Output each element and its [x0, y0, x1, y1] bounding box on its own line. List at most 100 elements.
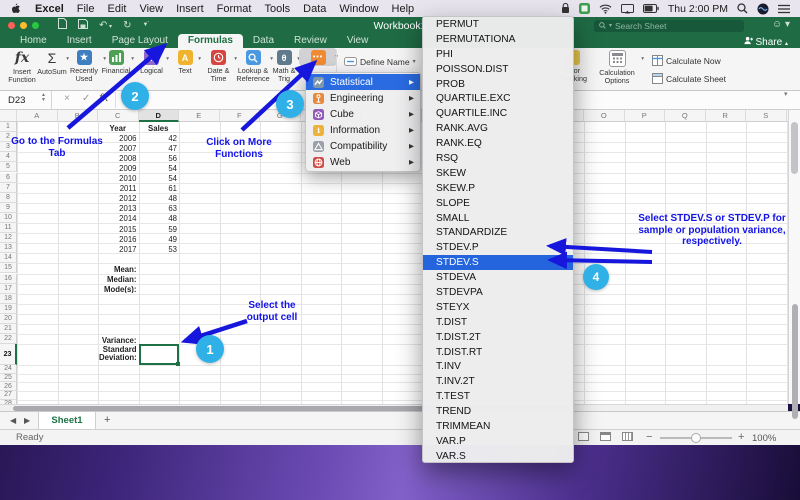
function-item-t-inv-2t[interactable]: T.INV.2T: [423, 374, 573, 389]
row-header-17[interactable]: 17: [0, 284, 17, 294]
normal-view-icon[interactable]: [578, 432, 589, 441]
cell-c11[interactable]: 2015: [99, 225, 137, 233]
prev-sheet-icon[interactable]: ◀: [10, 416, 16, 425]
cell-c9[interactable]: 2013: [99, 204, 137, 212]
cell-c3[interactable]: 2007: [99, 144, 137, 152]
function-item-t-test[interactable]: T.TEST: [423, 389, 573, 404]
submenu-scrollbar-thumb[interactable]: [792, 304, 798, 419]
function-item-var-p[interactable]: VAR.P: [423, 434, 573, 449]
financial-button[interactable]: ▾Financial: [99, 50, 133, 75]
function-item-rsq[interactable]: RSQ: [423, 151, 573, 166]
row-header-27[interactable]: 27: [0, 391, 17, 400]
function-item-phi[interactable]: PHI: [423, 47, 573, 62]
cell-c12[interactable]: 2016: [99, 235, 137, 243]
menu-edit[interactable]: Edit: [107, 3, 126, 15]
cell-c1[interactable]: Year: [99, 124, 137, 132]
lookup-reference-button[interactable]: ▾Lookup & Reference: [234, 50, 272, 83]
save-icon[interactable]: [78, 19, 88, 32]
row-header-1[interactable]: 1: [0, 122, 17, 132]
cell-c10[interactable]: 2014: [99, 214, 137, 222]
function-item-small[interactable]: SMALL: [423, 211, 573, 226]
tab-view[interactable]: View: [337, 34, 379, 48]
feedback-smiley-icon[interactable]: ☺ ▾: [772, 19, 790, 30]
selected-cell-d23[interactable]: [139, 344, 180, 365]
calculation-options-button[interactable]: Calculation Options ▾: [592, 50, 642, 85]
menu-view[interactable]: View: [139, 3, 163, 15]
notification-center-icon[interactable]: [778, 4, 790, 14]
share-button[interactable]: Share ▴: [744, 36, 788, 48]
collapse-ribbon-icon[interactable]: ▾: [784, 90, 788, 98]
menu-item-cube[interactable]: Cube▶: [306, 106, 420, 122]
toolbar-options-icon[interactable]: ▼̄: [142, 22, 148, 28]
cell-d6[interactable]: 54: [140, 174, 178, 182]
function-item-t-dist-rt[interactable]: T.DIST.RT: [423, 345, 573, 360]
function-item-slope[interactable]: SLOPE: [423, 196, 573, 211]
cell-c7[interactable]: 2011: [99, 184, 137, 192]
tab-page-layout[interactable]: Page Layout: [102, 34, 178, 48]
menu-item-statistical[interactable]: Statistical▶: [306, 74, 420, 90]
more-functions-button[interactable]: •••▾: [299, 48, 337, 66]
wifi-icon[interactable]: [599, 4, 612, 14]
logical-button[interactable]: ?▾Logical: [135, 50, 168, 75]
cell-c22[interactable]: Variance:: [99, 336, 137, 344]
row-header-15[interactable]: 15: [0, 263, 17, 273]
cell-c23[interactable]: Standard Deviation:: [99, 346, 137, 365]
date-time-button[interactable]: ▾Date & Time: [201, 50, 236, 83]
row-header-3[interactable]: 3: [0, 142, 17, 152]
row-header-20[interactable]: 20: [0, 314, 17, 324]
menu-excel[interactable]: Excel: [35, 3, 64, 15]
zoom-window-button[interactable]: [32, 22, 39, 29]
define-name-button[interactable]: Define Name▾: [344, 56, 416, 67]
cell-d8[interactable]: 48: [140, 194, 178, 202]
row-header-8[interactable]: 8: [0, 193, 17, 203]
function-item-steyx[interactable]: STEYX: [423, 300, 573, 315]
cell-d13[interactable]: 53: [140, 245, 178, 253]
function-item-stdev-s[interactable]: STDEV.S: [423, 255, 573, 270]
cell-d9[interactable]: 63: [140, 204, 178, 212]
cell-d11[interactable]: 59: [140, 225, 178, 233]
row-header-6[interactable]: 6: [0, 173, 17, 183]
sheet-tab-sheet1[interactable]: Sheet1: [38, 412, 96, 429]
column-header-a[interactable]: A: [17, 110, 58, 122]
function-item-var-s[interactable]: VAR.S: [423, 449, 573, 463]
name-box-stepper[interactable]: ▲▼: [41, 93, 46, 103]
select-all-corner[interactable]: [0, 110, 17, 122]
menu-insert[interactable]: Insert: [176, 3, 204, 15]
column-header-d[interactable]: D: [139, 110, 180, 122]
menu-window[interactable]: Window: [339, 3, 378, 15]
horizontal-scrollbar[interactable]: [0, 404, 788, 411]
close-window-button[interactable]: [8, 22, 15, 29]
next-sheet-icon[interactable]: ▶: [24, 416, 30, 425]
zoom-out-icon[interactable]: −: [646, 431, 652, 443]
confirm-entry-icon[interactable]: ✓: [82, 93, 90, 104]
cell-c15[interactable]: Mean:: [99, 265, 137, 273]
cell-c5[interactable]: 2009: [99, 164, 137, 172]
row-header-18[interactable]: 18: [0, 294, 17, 304]
column-header-s[interactable]: S: [746, 110, 787, 122]
function-item-prob[interactable]: PROB: [423, 77, 573, 92]
minimize-window-button[interactable]: [20, 22, 27, 29]
cell-c4[interactable]: 2008: [99, 154, 137, 162]
column-header-b[interactable]: B: [58, 110, 99, 122]
function-item-rank-avg[interactable]: RANK.AVG: [423, 121, 573, 136]
zoom-in-icon[interactable]: +: [738, 431, 744, 443]
function-item-stdevpa[interactable]: STDEVPA: [423, 285, 573, 300]
menu-item-compatibility[interactable]: Compatibility▶: [306, 138, 420, 154]
function-item-skew-p[interactable]: SKEW.P: [423, 181, 573, 196]
menu-help[interactable]: Help: [392, 3, 415, 15]
math-trig-button[interactable]: θ▾Math & Trig: [269, 50, 299, 83]
menu-tools[interactable]: Tools: [264, 3, 290, 15]
column-header-r[interactable]: R: [706, 110, 747, 122]
menu-item-engineering[interactable]: Engineering▶: [306, 90, 420, 106]
cell-c8[interactable]: 2012: [99, 194, 137, 202]
cell-d5[interactable]: 54: [140, 164, 178, 172]
selection-fill-handle[interactable]: [176, 362, 180, 366]
cell-c6[interactable]: 2010: [99, 174, 137, 182]
text-button[interactable]: A▾Text: [170, 50, 200, 75]
cell-c16[interactable]: Median:: [99, 275, 137, 283]
new-workbook-icon[interactable]: [58, 18, 67, 32]
row-header-2[interactable]: 2: [0, 132, 17, 142]
zoom-slider-thumb[interactable]: [691, 433, 701, 443]
spotlight-icon[interactable]: [737, 3, 748, 14]
function-item-quartile-exc[interactable]: QUARTILE.EXC: [423, 91, 573, 106]
